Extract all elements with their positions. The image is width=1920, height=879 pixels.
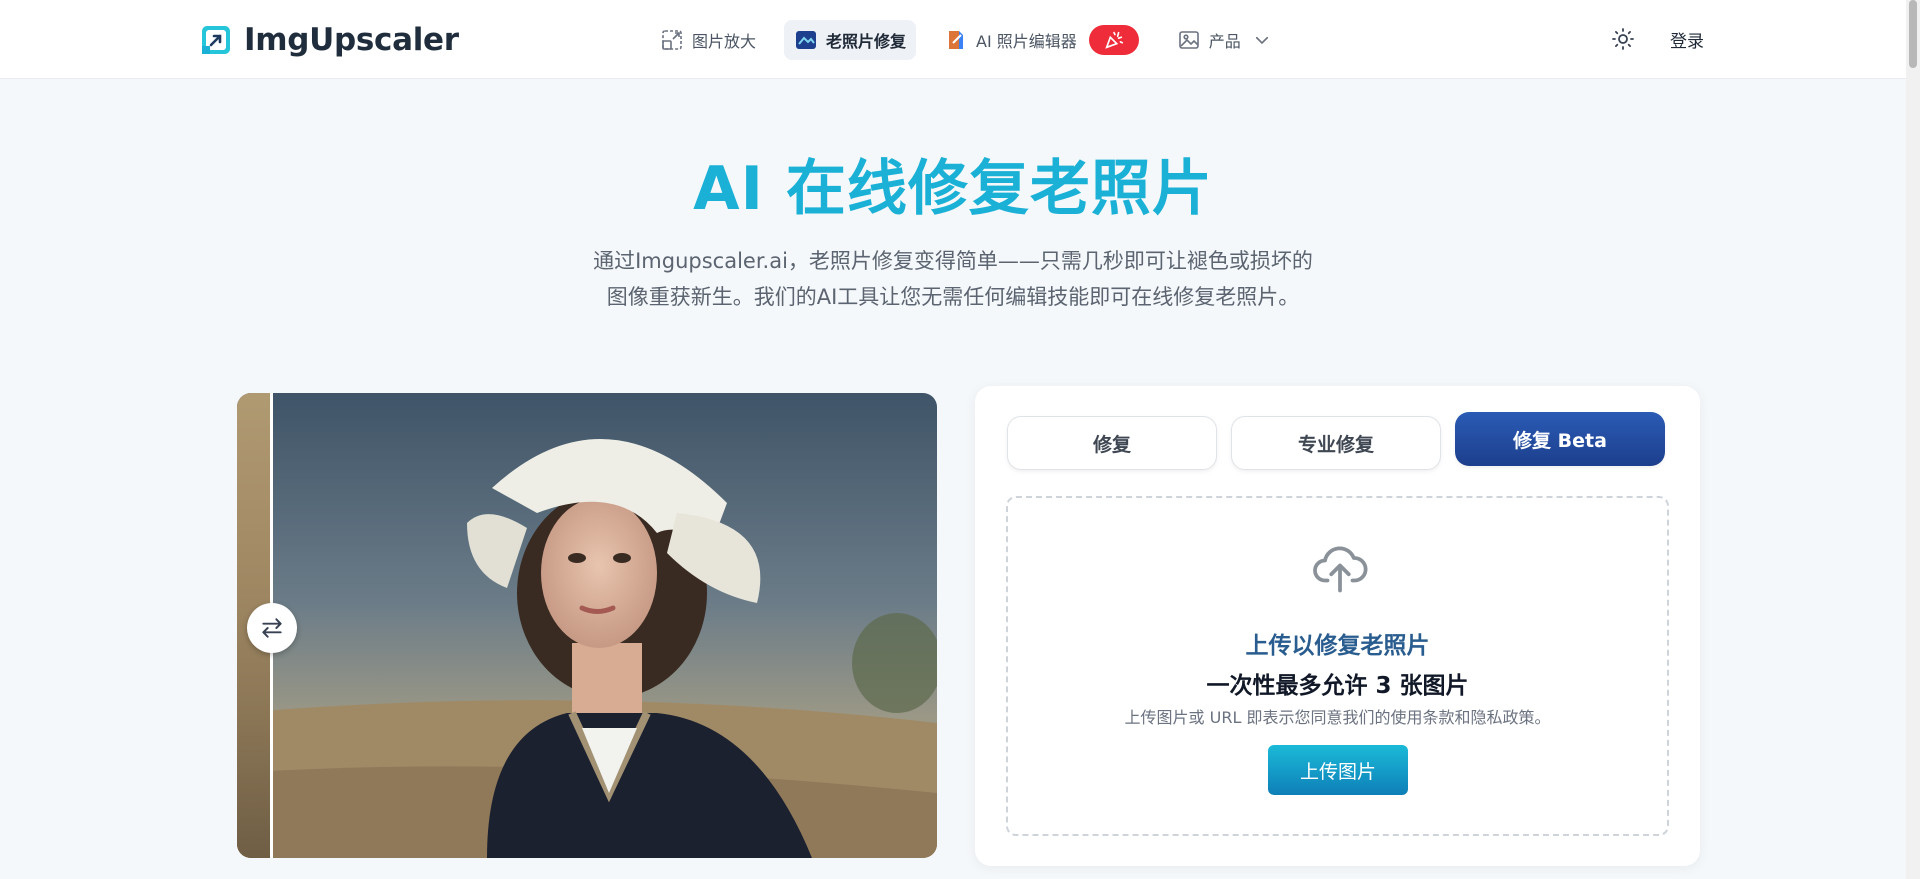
photo-restore-icon xyxy=(796,31,817,49)
party-popper-icon xyxy=(1105,31,1123,49)
sun-icon xyxy=(1612,28,1634,50)
upload-image-button[interactable]: 上传图片 xyxy=(1268,745,1408,795)
upload-title: 上传以修复老照片 xyxy=(1245,633,1430,659)
nav-ai-photo-editor[interactable]: AI 照片编辑器 xyxy=(934,20,1149,60)
cloud-upload-icon xyxy=(1313,546,1368,593)
nav-label: 老照片修复 xyxy=(826,32,907,51)
description-line: 通过Imgupscaler.ai，老照片修复变得简单——只需几秒即可让褪色或损坏… xyxy=(593,249,1313,273)
page-title: AI 在线修复老照片 xyxy=(693,154,1213,224)
upload-card: 修复 专业修复 修复 Beta 上传以修复老照片 一次性最多允许 3 张图片 上… xyxy=(975,386,1700,866)
header-actions: 登录 xyxy=(1608,24,1704,54)
theme-toggle-button[interactable] xyxy=(1608,24,1638,54)
tab-restore[interactable]: 修复 xyxy=(1007,416,1217,470)
chevron-down-icon xyxy=(1255,36,1268,45)
tab-restore-beta[interactable]: 修复 Beta xyxy=(1455,412,1665,466)
nav-image-upscale[interactable]: 图片放大 xyxy=(650,20,766,60)
compare-handle[interactable] xyxy=(247,603,297,653)
nav-label: AI 照片编辑器 xyxy=(976,32,1077,51)
upload-limit-text: 一次性最多允许 3 张图片 xyxy=(1206,673,1469,699)
restore-mode-tabs: 修复 专业修复 修复 Beta xyxy=(1007,412,1665,470)
main-nav: 图片放大 老照片修复 AI 照片编辑器 产品 xyxy=(650,20,1281,60)
new-badge xyxy=(1088,25,1139,55)
page-scrollbar[interactable] xyxy=(1906,0,1920,879)
restored-portrait-image xyxy=(237,393,937,858)
brand-name: ImgUpscaler xyxy=(244,22,459,58)
nav-label: 产品 xyxy=(1208,32,1241,51)
top-header: ImgUpscaler 图片放大 老照片修复 AI 照片编辑器 产品 登录 xyxy=(0,0,1920,79)
before-after-slider[interactable] xyxy=(237,393,937,858)
gallery-icon xyxy=(1178,31,1199,49)
tab-pro-restore[interactable]: 专业修复 xyxy=(1231,416,1441,470)
nav-photo-restore[interactable]: 老照片修复 xyxy=(784,20,917,60)
nav-label: 图片放大 xyxy=(692,32,757,51)
nav-products[interactable]: 产品 xyxy=(1167,20,1281,60)
page-description: 通过Imgupscaler.ai，老照片修复变得简单——只需几秒即可让褪色或损坏… xyxy=(563,243,1343,315)
image-enlarge-icon xyxy=(662,30,682,50)
login-link[interactable]: 登录 xyxy=(1670,27,1704,52)
logo-icon xyxy=(202,26,230,54)
upload-dropzone[interactable]: 上传以修复老照片 一次性最多允许 3 张图片 上传图片或 URL 即表示您同意我… xyxy=(1006,496,1669,836)
brand-logo[interactable]: ImgUpscaler xyxy=(200,22,459,58)
terms-note: 上传图片或 URL 即表示您同意我们的使用条款和隐私政策。 xyxy=(1124,708,1551,727)
scrollbar-thumb[interactable] xyxy=(1909,0,1917,68)
ai-editor-icon xyxy=(949,31,964,49)
description-line: 图像重获新生。我们的AI工具让您无需任何编辑技能即可在线修复老照片。 xyxy=(606,285,1300,309)
swap-arrows-icon xyxy=(262,618,282,638)
